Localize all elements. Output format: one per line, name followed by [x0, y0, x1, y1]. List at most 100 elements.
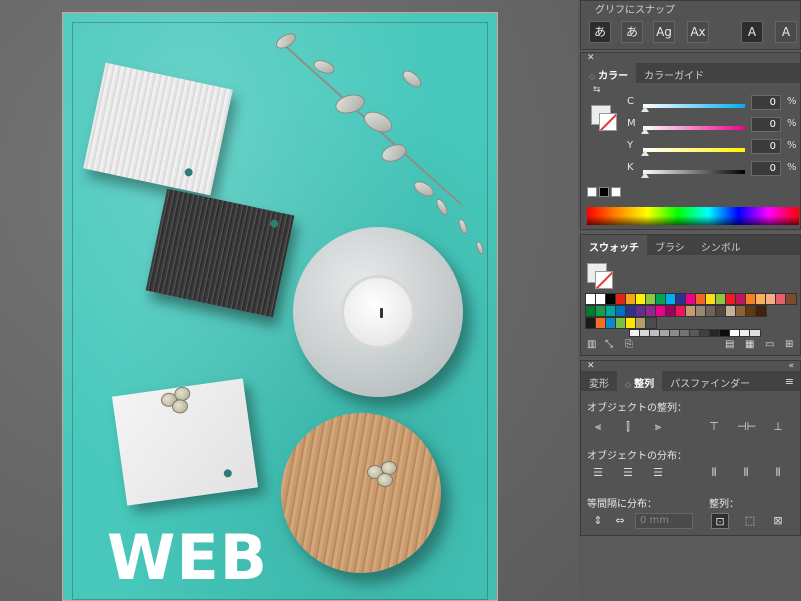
artboard[interactable]: WEB — [62, 12, 498, 601]
color-swatch[interactable] — [785, 293, 797, 305]
distribute-right-icon[interactable]: ⦀ — [769, 465, 787, 481]
unit-label: % — [787, 118, 797, 129]
yellow-value-input[interactable]: 0 — [751, 139, 781, 154]
distribute-vcenter-icon[interactable]: ☰ — [619, 465, 637, 481]
headline-text[interactable]: WEB — [107, 521, 268, 594]
import-icon[interactable]: ⎘ — [625, 339, 633, 350]
tab-color-guide[interactable]: カラーガイド — [636, 63, 712, 83]
align-vcenter-icon[interactable]: ⊣⊢ — [737, 419, 756, 435]
tag-hole — [183, 167, 194, 178]
distribute-left-icon[interactable]: ⦀ — [705, 465, 723, 481]
slider-label: K — [627, 162, 634, 173]
horizontal-spacing-icon[interactable]: ⇔ — [611, 513, 629, 529]
distribute-top-icon[interactable]: ☰ — [589, 465, 607, 481]
none-swatch[interactable] — [587, 187, 597, 197]
slider-thumb[interactable] — [641, 150, 649, 156]
align-left-icon[interactable]: ⫷ — [589, 419, 607, 435]
slider-thumb[interactable] — [641, 172, 649, 178]
align-panel: ✕ « 変形 ◇ 整列 パスファインダー ≡ オブジェクトの整列： ⫷ ⫿ ⫸ ⊤… — [580, 360, 801, 536]
slider-track[interactable] — [643, 148, 745, 152]
magenta-slider[interactable]: M 0 % — [627, 117, 797, 134]
tab-label: 整列 — [634, 379, 655, 390]
cyan-value-input[interactable]: 0 — [751, 95, 781, 110]
options-icon[interactable]: ⤡ — [605, 339, 613, 350]
panel-title: グリフにスナップ — [595, 5, 675, 16]
slider-thumb[interactable] — [641, 106, 649, 112]
tab-symbols[interactable]: シンボル — [693, 235, 749, 255]
slider-label: M — [627, 118, 636, 129]
slider-track[interactable] — [643, 104, 745, 108]
library-icon[interactable]: ▥ — [587, 339, 596, 350]
align-to-key-object-icon[interactable]: ⊡ — [711, 513, 729, 529]
wooden-disc[interactable] — [281, 413, 441, 573]
gray-swatch[interactable] — [749, 329, 761, 337]
cyan-slider[interactable]: C 0 % — [627, 95, 797, 112]
tab-brushes[interactable]: ブラシ — [647, 235, 693, 255]
swatches-panel: スウォッチ ブラシ シンボル ▥ ⤡ ⎘ ▤ ▦ ▭ ⊞ — [580, 234, 801, 356]
dried-flower — [160, 385, 198, 417]
collapse-icon[interactable]: « — [788, 361, 794, 371]
new-color-group-icon[interactable]: ▤ — [725, 339, 734, 350]
dried-flower — [367, 461, 401, 489]
color-spectrum[interactable] — [587, 207, 799, 225]
tab-pathfinder[interactable]: パスファインダー — [662, 371, 758, 391]
tab-swatches[interactable]: スウォッチ — [581, 235, 647, 255]
snap-button-1[interactable]: あ — [589, 21, 611, 43]
align-to-label: 整列： — [709, 499, 739, 510]
document-canvas[interactable]: WEB — [0, 0, 578, 601]
candle-wick — [380, 308, 383, 318]
align-top-icon[interactable]: ⊤ — [705, 419, 723, 435]
unit-label: % — [787, 96, 797, 107]
swatch-options-icon[interactable]: ▦ — [745, 339, 754, 350]
tag-hole — [269, 218, 280, 229]
new-swatch-icon[interactable]: ⊞ — [785, 339, 793, 350]
tab-align[interactable]: ◇ 整列 — [617, 371, 663, 391]
color-swatch[interactable] — [645, 317, 657, 329]
black-swatch[interactable] — [599, 187, 609, 197]
snap-button-4[interactable]: Ax — [687, 21, 709, 43]
white-swatch[interactable] — [611, 187, 621, 197]
swatch-stroke-box[interactable] — [595, 271, 613, 289]
align-bottom-icon[interactable]: ⊥ — [769, 419, 787, 435]
yellow-slider[interactable]: Y 0 % — [627, 139, 797, 156]
align-objects-label: オブジェクトの整列： — [587, 403, 687, 414]
tab-transform[interactable]: 変形 — [581, 371, 617, 391]
panel-menu-icon[interactable]: ≡ — [785, 375, 794, 388]
close-icon[interactable]: ✕ — [587, 53, 595, 63]
folder-icon[interactable]: ▭ — [765, 339, 774, 350]
spacing-input[interactable]: 0 mm — [635, 513, 693, 529]
slider-label: Y — [627, 140, 634, 151]
align-right-icon[interactable]: ⫸ — [649, 419, 667, 435]
swatches-panel-tabs: スウォッチ ブラシ シンボル — [581, 235, 800, 255]
color-swatch[interactable] — [755, 305, 767, 317]
panel-dock: グリフにスナップ あ あ Ag Ax A A ✕ ◇ カラー カラーガイド ⇆ C… — [578, 0, 801, 601]
slider-track[interactable] — [643, 126, 745, 130]
grip-icon: ◇ — [589, 72, 596, 81]
black-slider[interactable]: K 0 % — [627, 161, 797, 178]
vertical-spacing-icon[interactable]: ⇕ — [589, 513, 607, 529]
unit-label: % — [787, 162, 797, 173]
distribute-hcenter-icon[interactable]: ⦀ — [737, 465, 755, 481]
slider-track[interactable] — [643, 170, 745, 174]
slider-thumb[interactable] — [641, 128, 649, 134]
black-value-input[interactable]: 0 — [751, 161, 781, 176]
tab-color[interactable]: ◇ カラー — [581, 63, 637, 83]
unit-label: % — [787, 140, 797, 151]
align-panel-tabs: 変形 ◇ 整列 パスファインダー — [581, 371, 800, 391]
stroke-color-box[interactable] — [599, 113, 617, 131]
align-to-artboard-icon[interactable]: ⊠ — [769, 513, 787, 529]
snap-button-2[interactable]: あ — [621, 21, 643, 43]
distribute-spacing-label: 等間隔に分布： — [587, 499, 657, 510]
magenta-value-input[interactable]: 0 — [751, 117, 781, 132]
snap-button-5[interactable]: A — [741, 21, 763, 43]
align-hcenter-icon[interactable]: ⫿ — [619, 419, 637, 435]
snap-button-6[interactable]: A — [775, 21, 797, 43]
concrete-candle-holder[interactable] — [293, 227, 463, 397]
close-icon[interactable]: ✕ — [587, 361, 595, 371]
swap-colors-icon[interactable]: ⇆ — [593, 85, 613, 105]
snap-button-3[interactable]: Ag — [653, 21, 675, 43]
tag-hole — [223, 468, 233, 478]
align-to-selection-icon[interactable]: ⬚ — [741, 513, 759, 529]
white-tag[interactable] — [111, 378, 259, 506]
distribute-bottom-icon[interactable]: ☰ — [649, 465, 667, 481]
